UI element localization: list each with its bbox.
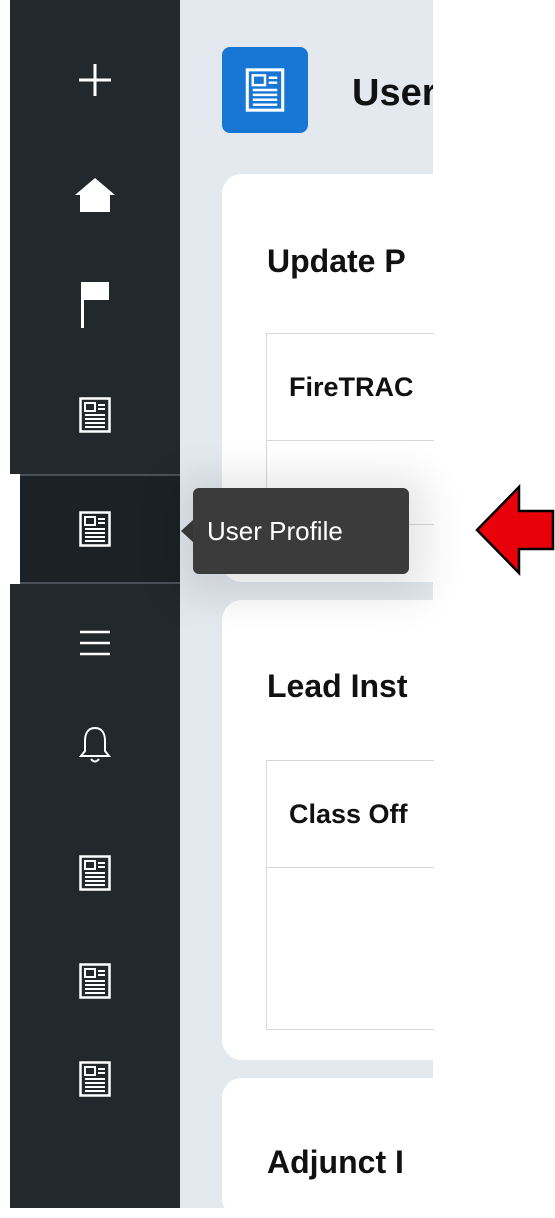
plus-icon xyxy=(75,60,115,100)
table-lead: Class Off xyxy=(266,760,434,1030)
annotation-arrow-icon xyxy=(475,483,555,581)
page-icon-badge xyxy=(222,47,308,133)
flag-icon xyxy=(79,280,111,330)
sidebar-item-document-2[interactable] xyxy=(10,818,180,928)
sidebar-item-add[interactable] xyxy=(10,25,180,135)
document-icon xyxy=(79,963,111,999)
table-header-row: Class Off xyxy=(267,761,434,868)
column-header[interactable]: FireTRAC xyxy=(289,372,414,403)
tooltip-user-profile: User Profile xyxy=(193,488,409,574)
page-title: User xyxy=(352,72,433,114)
tooltip-text: User Profile xyxy=(207,515,343,546)
table-header-row: FireTRAC xyxy=(267,334,434,441)
document-icon xyxy=(79,855,111,891)
document-icon xyxy=(245,68,285,112)
menu-icon xyxy=(78,629,112,657)
card-title-adjunct: Adjunct I xyxy=(267,1144,404,1180)
document-icon xyxy=(79,1061,111,1097)
document-icon xyxy=(79,397,111,433)
sidebar-item-user-profile[interactable] xyxy=(20,474,180,584)
sidebar-item-flag[interactable] xyxy=(10,250,180,360)
document-icon xyxy=(79,511,111,547)
sidebar-item-menu[interactable] xyxy=(10,588,180,698)
tooltip-arrow xyxy=(181,520,193,542)
sidebar-active-gap xyxy=(0,474,20,584)
bell-icon xyxy=(78,725,112,765)
card-title-update: Update P xyxy=(267,243,406,279)
page-margin xyxy=(433,0,555,1208)
column-header[interactable]: Class Off xyxy=(289,799,408,830)
sidebar-item-notifications[interactable] xyxy=(10,690,180,800)
sidebar-item-home[interactable] xyxy=(10,140,180,250)
sidebar-item-document-4[interactable] xyxy=(10,1024,180,1134)
card-title-lead: Lead Inst xyxy=(267,668,408,704)
sidebar-item-document-1[interactable] xyxy=(10,360,180,470)
sidebar-nav xyxy=(0,0,180,1208)
home-icon xyxy=(74,177,116,213)
sidebar-edge xyxy=(0,0,10,1208)
sidebar-item-document-3[interactable] xyxy=(10,926,180,1036)
